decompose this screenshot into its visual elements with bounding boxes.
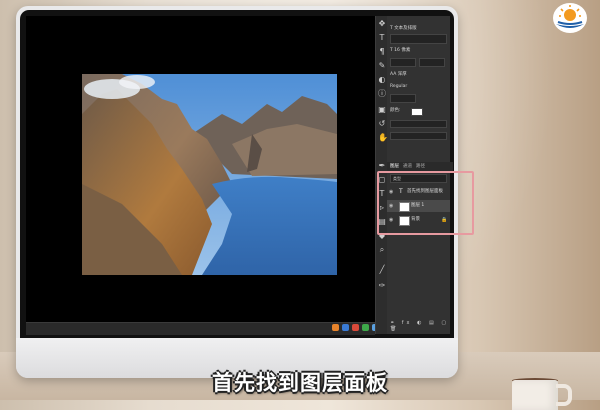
hand-tool-icon[interactable]: ✋ [378, 134, 388, 142]
scale-field[interactable] [390, 94, 416, 103]
app-icon-blue[interactable] [342, 324, 349, 331]
pen-tool-icon[interactable]: ✒ [378, 162, 386, 170]
font-style-field[interactable] [390, 34, 447, 44]
layer-footer-buttons[interactable]: ⚭ fx ◐ ▤ ▢ 🗑 [390, 320, 450, 332]
type-tool-icon[interactable]: T [378, 34, 386, 42]
history-icon[interactable]: ↺ [378, 120, 386, 128]
leading-field[interactable] [390, 58, 416, 67]
swatch-icon[interactable]: ▣ [378, 106, 386, 114]
app-icon-green[interactable] [362, 324, 369, 331]
move-tool-icon[interactable]: ✥ [378, 20, 386, 28]
text-color-swatch[interactable] [411, 108, 423, 116]
landscape-photo [82, 74, 337, 275]
document-canvas[interactable] [26, 16, 375, 322]
info-icon[interactable]: ⓘ [378, 90, 386, 98]
brush-tool-icon[interactable]: ✎ [378, 62, 386, 70]
sun-logo-icon [553, 3, 587, 33]
font-size[interactable]: T 16 像素 [390, 46, 410, 55]
windows-taskbar [26, 322, 389, 335]
character-font[interactable]: T 文本及排版 [390, 24, 417, 33]
zoom-tool-icon[interactable]: ⌕ [378, 246, 386, 254]
tracking-field[interactable] [419, 58, 445, 67]
video-subtitle: 首先找到图层面板 [212, 371, 388, 395]
anti-alias[interactable]: AA 浑厚 [390, 70, 407, 79]
app-icon-orange[interactable] [332, 324, 339, 331]
style-buttons-row[interactable] [390, 120, 447, 128]
font-weight[interactable]: Regular [390, 82, 407, 91]
layers-panel-highlight [377, 171, 474, 235]
adjust-icon[interactable]: ◐ [378, 76, 386, 84]
color-label: 颜色: [390, 108, 401, 113]
monitor: ✥ T ¶ ✎ ◐ ⓘ ▣ ↺ ✋ ✒ ◻ T ▹ ▤ ◆ ⌕ ╱ ✑ T 文本… [16, 6, 474, 378]
eyedropper-tool-icon[interactable]: ✑ [378, 282, 386, 290]
ruler-tool-icon[interactable]: ╱ [378, 266, 386, 274]
paragraph-icon[interactable]: ¶ [378, 48, 386, 56]
opentype-buttons-row[interactable] [390, 132, 447, 140]
app-icon-red[interactable] [352, 324, 359, 331]
